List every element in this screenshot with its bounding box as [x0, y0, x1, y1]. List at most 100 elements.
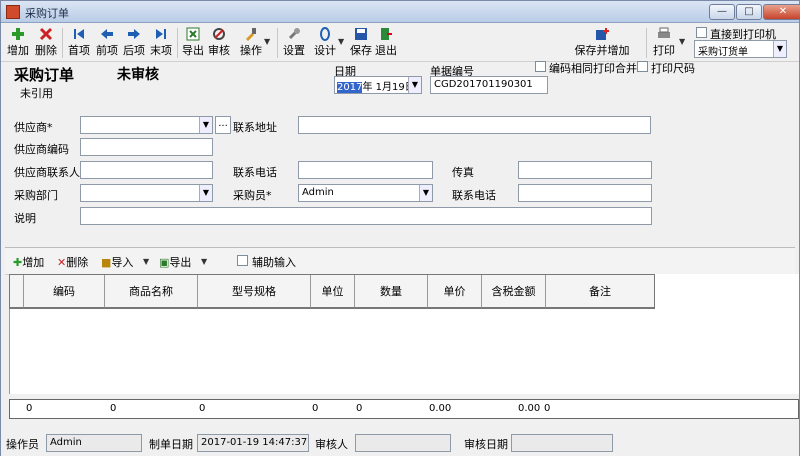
column-header[interactable]: 单价: [428, 275, 482, 308]
total-cell: 0: [26, 403, 33, 414]
column-header[interactable]: 数量: [355, 275, 428, 308]
supplier-code-field[interactable]: [80, 138, 213, 156]
calendar-dropdown-icon[interactable]: ▼: [408, 77, 421, 93]
direct-print-checkbox[interactable]: [696, 27, 707, 38]
grid-add-button[interactable]: ✚增加: [13, 254, 44, 270]
window-title: 采购订单: [25, 7, 69, 20]
chevron-down-icon[interactable]: ▼: [419, 185, 432, 201]
phone2-field[interactable]: [518, 184, 652, 202]
date-year: 2017: [337, 82, 363, 93]
note-field[interactable]: [80, 207, 652, 225]
toolbar-separator: [277, 28, 278, 58]
excel-export-icon: [186, 27, 200, 41]
delete-x-icon: [39, 27, 53, 41]
print-size-checkbox[interactable]: [637, 61, 648, 72]
title-bar: 采购订单 — □ ✕: [1, 1, 800, 23]
column-header[interactable]: 型号规格: [198, 275, 311, 308]
print-template-select[interactable]: 采购订货单 ▼: [694, 40, 787, 58]
minimize-button[interactable]: —: [709, 4, 735, 20]
add-button[interactable]: 增加: [5, 26, 31, 60]
operator-label: 操作员: [6, 438, 39, 451]
maximize-button[interactable]: □: [736, 4, 762, 20]
totals-row: 0 0 0 0 0 0.00 0.00 0: [9, 399, 799, 419]
created-date-field: 2017-01-19 14:47:37: [197, 434, 309, 452]
phone-label: 联系电话: [233, 166, 277, 179]
save-disk-icon: [355, 28, 367, 40]
grid-import-button[interactable]: ■导入: [101, 254, 133, 270]
page-title: 采购订单: [14, 66, 75, 84]
buyer-select[interactable]: Admin ▼: [298, 184, 433, 202]
print-size-label: 打印尺码: [651, 62, 695, 75]
settings-wrench-icon: [288, 28, 300, 40]
save-and-add-button[interactable]: 保存并增加: [571, 26, 633, 60]
operate-dropdown-icon[interactable]: ▼: [264, 37, 270, 46]
delete-button[interactable]: 删除: [33, 26, 59, 60]
audit-date-field: [511, 434, 613, 452]
export-button[interactable]: 导出: [181, 26, 205, 60]
main-toolbar: 增加 删除 首项 前项 后项 末项 导出 审核 操作 ▼ 设置 设计 ▼ 保存 …: [1, 24, 799, 62]
doc-no-field[interactable]: CGD201701190301: [430, 76, 548, 94]
merge-print-label: 编码相同打印合并: [549, 62, 637, 75]
delete-x-icon: ✕: [57, 256, 67, 269]
print-dropdown-icon[interactable]: ▼: [679, 37, 685, 46]
total-cell: 0: [110, 403, 117, 414]
save-button[interactable]: 保存: [349, 26, 373, 60]
grid-delete-button[interactable]: ✕删除: [57, 254, 88, 270]
fax-field[interactable]: [518, 161, 652, 179]
merge-print-checkbox[interactable]: [535, 61, 546, 72]
import-dropdown-icon[interactable]: ▼: [143, 257, 149, 266]
column-header[interactable]: 编码: [24, 275, 105, 308]
grid-header: 编码 商品名称 型号规格 单位 数量 单价 含税金额 备注: [9, 274, 655, 309]
close-window-button[interactable]: ✕: [763, 4, 800, 20]
chevron-down-icon[interactable]: ▼: [199, 185, 212, 201]
design-icon: [320, 27, 330, 41]
design-dropdown-icon[interactable]: ▼: [338, 37, 344, 46]
column-header[interactable]: 备注: [546, 275, 654, 308]
chevron-down-icon[interactable]: ▼: [199, 117, 212, 133]
date-rest: 年 1月19日: [362, 82, 415, 93]
total-cell: 0.00: [429, 403, 452, 414]
save-add-icon: [596, 28, 609, 40]
chevron-down-icon[interactable]: ▼: [773, 41, 786, 57]
column-header[interactable]: 含税金额: [482, 275, 546, 308]
audit-date-label: 审核日期: [464, 438, 508, 451]
supplier-select[interactable]: ▼: [80, 116, 213, 134]
column-header[interactable]: 单位: [311, 275, 355, 308]
toolbar-separator: [177, 28, 178, 58]
last-button[interactable]: 末项: [148, 26, 174, 60]
footer-bar: 操作员 Admin 制单日期 2017-01-19 14:47:37 审核人 审…: [1, 432, 799, 456]
total-cell: 0.00: [518, 403, 541, 414]
total-cell: 0: [312, 403, 319, 414]
first-record-icon: [74, 29, 84, 39]
first-button[interactable]: 首项: [66, 26, 92, 60]
prev-button[interactable]: 前项: [94, 26, 120, 60]
supplier-browse-button[interactable]: ...: [215, 116, 231, 134]
grid-toolbar: ✚增加 ✕删除 ■导入 ▼ ▣导出 ▼ 辅助输入: [5, 247, 795, 275]
import-box-icon: ■: [101, 256, 112, 269]
next-button[interactable]: 后项: [121, 26, 147, 60]
dept-select[interactable]: ▼: [80, 184, 213, 202]
contact-field[interactable]: [80, 161, 213, 179]
print-button[interactable]: 打印: [651, 26, 677, 60]
app-icon: [6, 5, 20, 19]
excel-export-icon: ▣: [159, 256, 170, 269]
design-button[interactable]: 设计: [313, 26, 337, 60]
app-window: 采购订单 — □ ✕ 增加 删除 首项 前项 后项 末项 导出 审核 操作 ▼ …: [0, 0, 800, 456]
operator-field: Admin: [46, 434, 142, 452]
column-header[interactable]: 商品名称: [105, 275, 198, 308]
phone-field[interactable]: [298, 161, 433, 179]
date-picker[interactable]: 2017年 1月19日 ▼: [334, 76, 422, 94]
settings-button[interactable]: 设置: [282, 26, 306, 60]
grid-export-button[interactable]: ▣导出: [159, 254, 191, 270]
address-field[interactable]: [298, 116, 651, 134]
buyer-label: 采购员*: [233, 189, 272, 202]
reference-status: 未引用: [20, 87, 53, 100]
exit-button[interactable]: 退出: [374, 26, 398, 60]
operate-menu-button[interactable]: 操作: [237, 26, 265, 60]
arrow-right-icon: [128, 29, 140, 39]
phone2-label: 联系电话: [452, 189, 496, 202]
assist-input-checkbox[interactable]: [237, 255, 248, 266]
audit-button[interactable]: 审核: [207, 26, 231, 60]
toolbar-separator: [646, 28, 647, 58]
export-dropdown-icon[interactable]: ▼: [201, 257, 207, 266]
